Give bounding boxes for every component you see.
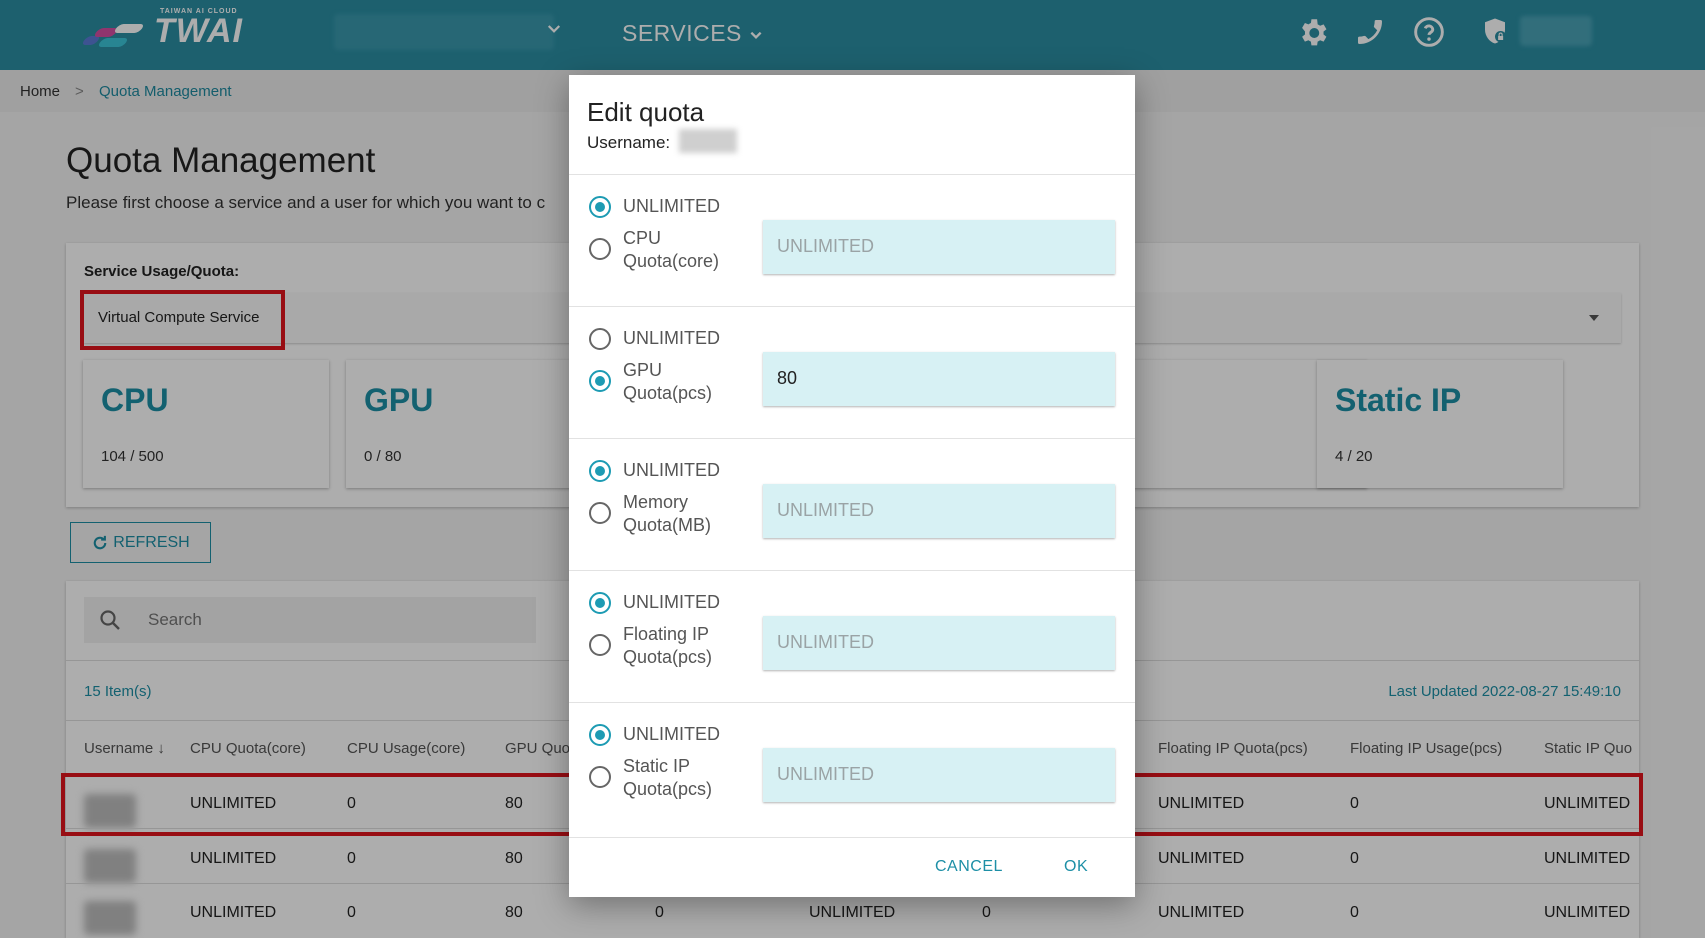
cpu-quota-input[interactable]: UNLIMITED — [763, 220, 1115, 274]
cancel-button[interactable]: CANCEL — [935, 858, 1003, 876]
quota-section-memory: UNLIMITED Memory Quota(MB) UNLIMITED — [569, 438, 1135, 570]
unlimited-label: UNLIMITED — [623, 460, 721, 480]
radio-custom-static-ip[interactable] — [589, 766, 611, 788]
quota-label-line1: Static IP — [623, 756, 691, 776]
quota-label-line1: GPU — [623, 360, 663, 380]
quota-label-line2: Quota(core) — [623, 251, 720, 271]
unlimited-label: UNLIMITED — [623, 724, 721, 744]
radio-unlimited-floating-ip[interactable] — [589, 592, 611, 614]
quota-label-line1: CPU — [623, 228, 662, 248]
dialog-username-blurred — [679, 129, 737, 153]
quota-section-cpu: UNLIMITED CPU Quota(core) UNLIMITED — [569, 174, 1135, 306]
quota-label-line1: Memory — [623, 492, 689, 512]
dialog-title: Edit quota — [587, 97, 705, 127]
quota-section-gpu: UNLIMITED GPU Quota(pcs) 80 — [569, 306, 1135, 438]
quota-label-line2: Quota(MB) — [623, 515, 712, 535]
ok-button[interactable]: OK — [1064, 858, 1088, 876]
radio-custom-memory[interactable] — [589, 502, 611, 524]
radio-unlimited-cpu[interactable] — [589, 196, 611, 218]
floating-ip-quota-input[interactable]: UNLIMITED — [763, 616, 1115, 670]
dialog-username-label: Username: — [587, 133, 671, 152]
quota-section-floating-ip: UNLIMITED Floating IP Quota(pcs) UNLIMIT… — [569, 570, 1135, 702]
radio-custom-floating-ip[interactable] — [589, 634, 611, 656]
radio-unlimited-static-ip[interactable] — [589, 724, 611, 746]
quota-label-line2: Quota(pcs) — [623, 779, 713, 799]
quota-section-static-ip: UNLIMITED Static IP Quota(pcs) UNLIMITED — [569, 702, 1135, 834]
radio-custom-cpu[interactable] — [589, 238, 611, 260]
quota-label-line2: Quota(pcs) — [623, 647, 713, 667]
dialog-footer: CANCEL OK — [569, 837, 1135, 897]
unlimited-label: UNLIMITED — [623, 328, 721, 348]
radio-custom-gpu[interactable] — [589, 370, 611, 392]
memory-quota-input[interactable]: UNLIMITED — [763, 484, 1115, 538]
unlimited-label: UNLIMITED — [623, 196, 721, 216]
gpu-quota-input[interactable]: 80 — [763, 352, 1115, 406]
radio-unlimited-gpu[interactable] — [589, 328, 611, 350]
quota-label-line2: Quota(pcs) — [623, 383, 713, 403]
unlimited-label: UNLIMITED — [623, 592, 721, 612]
radio-unlimited-memory[interactable] — [589, 460, 611, 482]
static-ip-quota-input[interactable]: UNLIMITED — [763, 748, 1115, 802]
quota-label-line1: Floating IP — [623, 624, 710, 644]
edit-quota-dialog: Edit quota Username: UNLIMITED CPU Quota… — [569, 75, 1135, 897]
